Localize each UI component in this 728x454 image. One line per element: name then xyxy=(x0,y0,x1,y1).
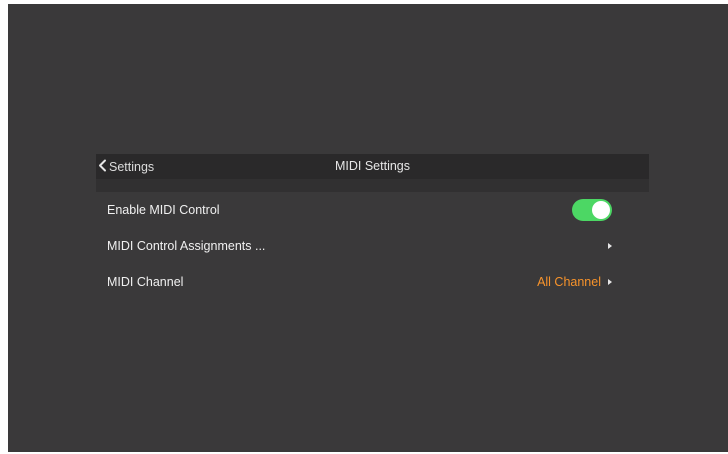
row-label: MIDI Control Assignments ... xyxy=(107,239,266,253)
midi-channel-value: All Channel xyxy=(537,275,601,289)
row-label: MIDI Channel xyxy=(107,275,184,289)
section-header xyxy=(96,179,649,192)
chevron-right-icon xyxy=(608,279,612,285)
midi-control-assignments-row[interactable]: MIDI Control Assignments ... xyxy=(96,228,649,264)
midi-channel-row[interactable]: MIDI Channel All Channel xyxy=(96,264,649,300)
enable-midi-control-toggle[interactable] xyxy=(572,199,612,221)
row-label: Enable MIDI Control xyxy=(107,203,220,217)
page-title: MIDI Settings xyxy=(334,159,411,173)
chevron-right-icon xyxy=(608,243,612,249)
navigation-bar: Settings MIDI Settings xyxy=(96,154,649,179)
app-screen: Settings MIDI Settings Enable MIDI Contr… xyxy=(8,4,728,452)
enable-midi-control-row: Enable MIDI Control xyxy=(96,192,649,228)
toggle-knob xyxy=(592,201,610,219)
settings-panel: Settings MIDI Settings Enable MIDI Contr… xyxy=(96,154,649,304)
